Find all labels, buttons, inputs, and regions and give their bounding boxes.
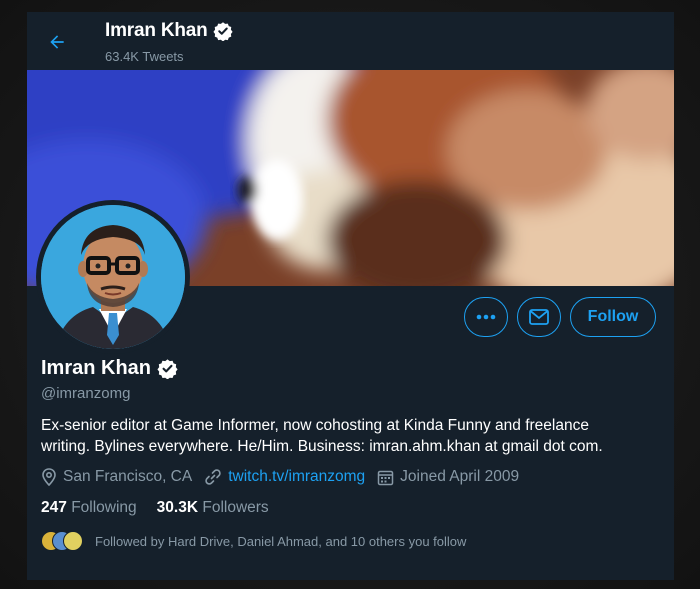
followed-by[interactable]: Followed by Hard Drive, Daniel Ahmad, an… — [41, 531, 466, 551]
calendar-icon — [377, 470, 394, 485]
following-count: 247 — [41, 499, 67, 516]
profile-panel: Imran Khan 63.4K Tweets Follow Imran Kha… — [27, 12, 674, 580]
location-pin-icon — [42, 468, 56, 486]
message-button[interactable] — [517, 297, 561, 337]
bio-line: Ex-senior editor at Game Informer, now c… — [41, 417, 589, 434]
link-icon — [205, 469, 221, 485]
bio-line: writing. Bylines everywhere. He/Him. Bus… — [41, 438, 603, 455]
tweet-count: 63.4K Tweets — [105, 49, 184, 64]
more-options-button[interactable] — [464, 297, 508, 337]
arrow-left-icon — [50, 35, 64, 49]
followed-by-text: Followed by Hard Drive, Daniel Ahmad, an… — [95, 533, 467, 549]
avatar[interactable] — [41, 205, 185, 349]
profile-bio: Ex-senior editor at Game Informer, now c… — [41, 415, 651, 457]
profile-header: Imran Khan 63.4K Tweets — [27, 12, 674, 70]
follow-stats: 247 Following 30.3K Followers — [41, 499, 269, 517]
profile-meta: San Francisco, CA twitch.tv/imranzomg Jo… — [41, 468, 531, 486]
avatar-illustration — [41, 205, 185, 349]
joined-text: Joined April 2009 — [400, 468, 520, 485]
followers-link[interactable]: 30.3K Followers — [157, 499, 269, 517]
followers-label: Followers — [202, 499, 269, 516]
following-label: Following — [71, 499, 137, 516]
follow-button[interactable]: Follow — [570, 297, 656, 337]
header-name: Imran Khan — [105, 20, 208, 41]
location-item: San Francisco, CA — [41, 468, 192, 486]
followers-count: 30.3K — [156, 499, 199, 516]
verified-badge-icon — [212, 22, 233, 41]
follower-avatars — [41, 531, 83, 551]
back-button[interactable] — [43, 28, 71, 56]
joined-item: Joined April 2009 — [377, 468, 519, 486]
following-link[interactable]: 247 Following — [41, 499, 137, 517]
location-text: San Francisco, CA — [63, 468, 193, 485]
profile-handle: @imranzomg — [41, 385, 131, 402]
website-link[interactable]: twitch.tv/imranzomg — [228, 468, 365, 486]
avatar-frame — [36, 200, 190, 354]
envelope-icon — [529, 309, 549, 325]
follower-avatar — [63, 531, 83, 551]
profile-name-text: Imran Khan — [41, 357, 152, 379]
profile-name: Imran Khan — [41, 357, 178, 380]
header-title: Imran Khan — [105, 20, 233, 42]
website-item: twitch.tv/imranzomg — [204, 468, 365, 486]
more-dots-icon — [476, 314, 496, 320]
verified-badge-icon — [157, 359, 178, 379]
